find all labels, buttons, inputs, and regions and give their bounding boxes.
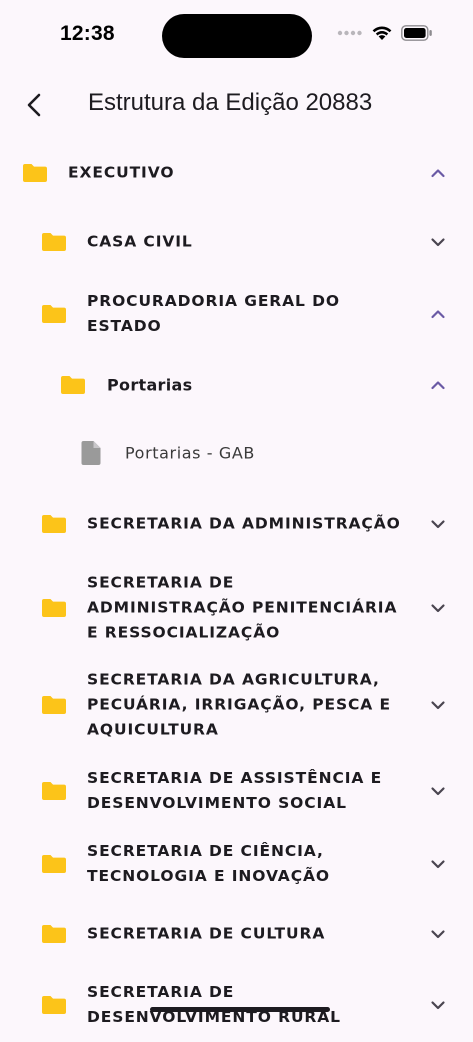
folder-icon xyxy=(42,782,66,800)
folder-icon xyxy=(23,164,47,182)
folder-icon xyxy=(42,233,66,251)
cellular-signal-icon xyxy=(337,30,362,35)
chevron-down-icon[interactable] xyxy=(429,233,447,251)
dynamic-island xyxy=(162,14,312,58)
folder-icon xyxy=(42,855,66,873)
page-title: Estrutura da Edição 20883 xyxy=(88,89,373,116)
chevron-up-icon[interactable] xyxy=(429,376,447,394)
folder-icon xyxy=(42,696,66,714)
tree-item-label: CASA CIVIL xyxy=(87,232,193,251)
tree-item-executivo[interactable]: EXECUTIVO xyxy=(0,138,473,208)
file-icon xyxy=(81,441,101,465)
tree-item-casa-civil[interactable]: CASA CIVIL xyxy=(0,208,473,276)
tree-item-label: SECRETARIA DE CULTURA xyxy=(87,924,326,943)
tree-item-secretaria-da-administracao[interactable]: SECRETARIA DA ADMINISTRAÇÃO xyxy=(0,488,473,560)
chevron-up-icon[interactable] xyxy=(429,164,447,182)
status-icons xyxy=(337,24,433,41)
folder-icon xyxy=(42,925,66,943)
tree-item-secretaria-de-ciencia[interactable]: SECRETARIA DE CIÊNCIA, TECNOLOGIA E INOV… xyxy=(0,828,473,900)
tree-item-procuradoria-geral-do-estado[interactable]: PROCURADORIA GERAL DO ESTADO xyxy=(0,276,473,352)
back-button[interactable] xyxy=(18,88,52,122)
folder-icon xyxy=(42,599,66,617)
chevron-down-icon[interactable] xyxy=(429,782,447,800)
tree-item-label: Portarias xyxy=(107,375,193,395)
tree-item-label: SECRETARIA DE ADMINISTRAÇÃO PENITENCIÁRI… xyxy=(87,573,398,642)
tree-item-secretaria-de-desenvolvimento-rural[interactable]: SECRETARIA DE DESENVOLVIMENTO RURAL xyxy=(0,968,473,1042)
tree-item-portarias-gab[interactable]: Portarias - GAB xyxy=(0,418,473,488)
edition-structure-tree: EXECUTIVO CASA CIVIL PROCURADORIA GERAL … xyxy=(0,138,473,1042)
tree-item-secretaria-de-administracao-penitenciaria[interactable]: SECRETARIA DE ADMINISTRAÇÃO PENITENCIÁRI… xyxy=(0,560,473,656)
folder-icon xyxy=(42,515,66,533)
chevron-down-icon[interactable] xyxy=(429,925,447,943)
tree-item-label: EXECUTIVO xyxy=(68,163,175,182)
tree-item-secretaria-de-cultura[interactable]: SECRETARIA DE CULTURA xyxy=(0,900,473,968)
chevron-down-icon[interactable] xyxy=(429,996,447,1014)
chevron-up-icon[interactable] xyxy=(429,305,447,323)
chevron-down-icon[interactable] xyxy=(429,599,447,617)
tree-item-label: SECRETARIA DE CIÊNCIA, TECNOLOGIA E INOV… xyxy=(87,842,330,885)
tree-item-label: SECRETARIA DA AGRICULTURA, PECUÁRIA, IRR… xyxy=(87,670,391,739)
back-arrow-icon xyxy=(27,93,41,117)
tree-item-label: PROCURADORIA GERAL DO ESTADO xyxy=(87,292,340,335)
tree-item-portarias[interactable]: Portarias xyxy=(0,352,473,418)
folder-icon xyxy=(42,305,66,323)
tree-item-label: Portarias - GAB xyxy=(125,443,255,463)
tree-item-label: SECRETARIA DE ASSISTÊNCIA E DESENVOLVIME… xyxy=(87,769,383,812)
tree-item-secretaria-da-agricultura[interactable]: SECRETARIA DA AGRICULTURA, PECUÁRIA, IRR… xyxy=(0,656,473,754)
tree-item-label: SECRETARIA DA ADMINISTRAÇÃO xyxy=(87,514,401,533)
battery-icon xyxy=(401,24,432,41)
app-header: Estrutura da Edição 20883 xyxy=(0,72,473,138)
folder-icon xyxy=(42,996,66,1014)
status-time: 12:38 xyxy=(60,22,115,45)
chevron-down-icon[interactable] xyxy=(429,515,447,533)
chevron-down-icon[interactable] xyxy=(429,855,447,873)
chevron-down-icon[interactable] xyxy=(429,696,447,714)
home-indicator[interactable] xyxy=(150,1007,330,1012)
tree-item-secretaria-de-assistencia[interactable]: SECRETARIA DE ASSISTÊNCIA E DESENVOLVIME… xyxy=(0,754,473,828)
wifi-icon xyxy=(372,26,392,40)
tree-item-label: SECRETARIA DE DESENVOLVIMENTO RURAL xyxy=(87,983,341,1026)
folder-icon xyxy=(61,376,85,394)
status-bar: 12:38 xyxy=(0,0,473,70)
